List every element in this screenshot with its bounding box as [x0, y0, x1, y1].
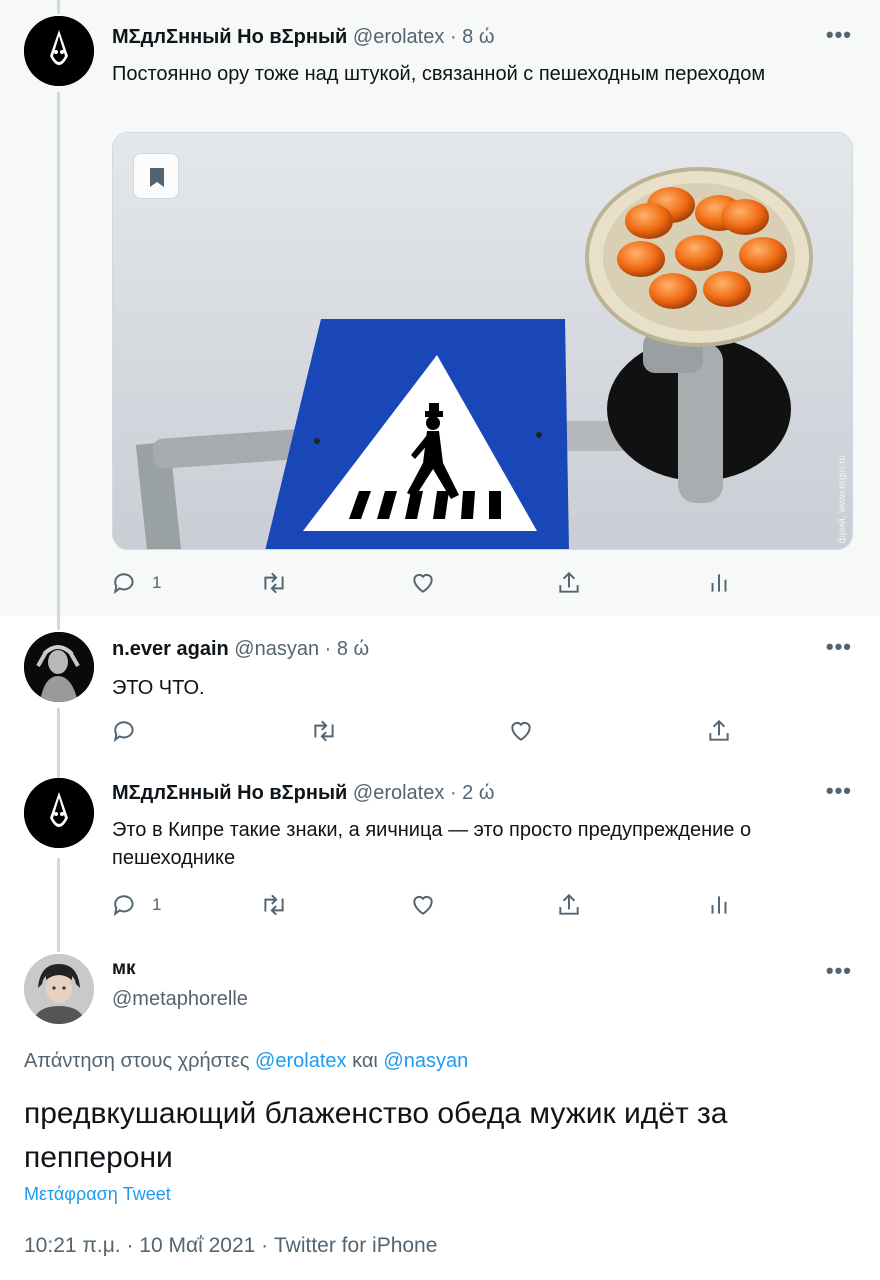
- display-name[interactable]: MΣдлΣнный Нo вΣрный: [112, 782, 347, 804]
- share-button[interactable]: [706, 716, 732, 746]
- avatar[interactable]: [24, 954, 94, 1024]
- watermark: фрий, www.ergin.ru: [837, 454, 848, 543]
- avatar[interactable]: [24, 632, 94, 702]
- reply-count: 1: [152, 895, 162, 914]
- separator: ·: [449, 26, 457, 48]
- like-icon: [511, 721, 531, 741]
- analytics-icon: [711, 896, 727, 914]
- more-icon[interactable]: •••: [826, 634, 852, 660]
- reply-icon: [113, 721, 134, 742]
- bookmark-button[interactable]: [133, 153, 179, 199]
- tweet-text: Это в Кипре такие знаки, а яичница — это…: [112, 819, 752, 869]
- display-name[interactable]: мк: [112, 958, 136, 980]
- reply-button[interactable]: 1: [112, 890, 161, 920]
- reply-icon: [113, 895, 134, 916]
- retweet-icon: [264, 894, 284, 916]
- analytics-button[interactable]: [706, 568, 732, 598]
- tweet-text: предвкушающий блаженство обеда мужик идё…: [24, 1097, 728, 1174]
- more-icon[interactable]: •••: [826, 22, 852, 48]
- thread-line: [57, 938, 60, 952]
- more-icon[interactable]: •••: [826, 778, 852, 804]
- tweet-metadata: 10:21 π.μ. · 10 Μαΐ 2021 · Twitter for i…: [24, 1234, 438, 1257]
- crosswalk-photo: [113, 133, 852, 549]
- share-button[interactable]: [556, 890, 582, 920]
- tweet-header: n.ever again @nasyan · 8 ώ: [112, 638, 369, 661]
- reply-button[interactable]: [112, 716, 152, 746]
- timestamp[interactable]: 8 ώ: [337, 638, 369, 660]
- bookmark-icon: [150, 168, 164, 187]
- tweet-header: MΣдлΣнный Нo вΣрный @erolatex · 8 ώ: [112, 26, 494, 49]
- tweet-text: Постоянно ору тоже над штукой, связанной…: [112, 63, 766, 85]
- analytics-icon: [711, 574, 727, 592]
- user-handle[interactable]: @erolatex: [353, 782, 444, 804]
- share-icon: [709, 719, 729, 741]
- share-icon: [559, 893, 579, 915]
- separator: ·: [324, 638, 332, 660]
- reply-count: 1: [152, 573, 162, 592]
- display-name[interactable]: n.ever again: [112, 638, 229, 660]
- tweet-text: ЭТО ЧТО.: [112, 677, 205, 699]
- mention-link[interactable]: @nasyan: [383, 1050, 468, 1072]
- analytics-button[interactable]: [706, 890, 732, 920]
- main-tweet: мк @metaphorelle ••• Απάντηση στους χρήσ…: [0, 938, 880, 1280]
- mention-link[interactable]: @erolatex: [255, 1050, 346, 1072]
- like-button[interactable]: [508, 716, 534, 746]
- action-bar: 1: [112, 568, 732, 598]
- like-icon: [413, 573, 433, 593]
- avatar[interactable]: [24, 16, 94, 86]
- timestamp[interactable]: 8 ώ: [462, 26, 494, 48]
- user-handle[interactable]: @nasyan: [234, 638, 319, 660]
- like-button[interactable]: [410, 568, 436, 598]
- display-name[interactable]: MΣдлΣнный Нo вΣрный: [112, 26, 347, 48]
- retweet-icon: [264, 572, 284, 594]
- reply-icon: [113, 573, 134, 594]
- avatar[interactable]: [24, 778, 94, 848]
- thread-line: [57, 708, 60, 766]
- tweet-header: MΣдлΣнный Нo вΣрный @erolatex · 2 ώ: [112, 782, 494, 805]
- thread-line: [57, 92, 60, 616]
- reply-prefix: Απάντηση στους χρήστες: [24, 1050, 250, 1072]
- retweet-button[interactable]: [260, 568, 288, 598]
- tweet-2[interactable]: n.ever again @nasyan · 8 ώ ••• ЭТО ЧТО.: [0, 616, 880, 766]
- thread-line: [57, 858, 60, 938]
- translate-link[interactable]: Μετάφραση Tweet: [24, 1184, 171, 1205]
- thread-line: [57, 0, 60, 14]
- separator: ·: [449, 782, 457, 804]
- retweet-button[interactable]: [260, 890, 288, 920]
- reply-context: Απάντηση στους χρήστες @erolatex και @na…: [24, 1050, 468, 1073]
- action-bar: 1: [112, 890, 732, 920]
- like-icon: [413, 895, 433, 915]
- user-handle[interactable]: @erolatex: [353, 26, 444, 48]
- thread-line: [57, 616, 60, 630]
- tweet-media[interactable]: фрий, www.ergin.ru: [112, 132, 853, 550]
- like-button[interactable]: [410, 890, 436, 920]
- user-handle[interactable]: @metaphorelle: [112, 988, 248, 1011]
- action-bar: [112, 716, 732, 746]
- more-icon[interactable]: •••: [826, 958, 852, 984]
- reply-button[interactable]: 1: [112, 568, 161, 598]
- reply-conjunction: και: [352, 1050, 378, 1072]
- tweet-1[interactable]: MΣдлΣнный Нo вΣрный @erolatex · 8 ώ ••• …: [0, 0, 880, 616]
- share-button[interactable]: [556, 568, 582, 598]
- share-icon: [559, 571, 579, 593]
- timestamp[interactable]: 2 ώ: [462, 782, 494, 804]
- retweet-button[interactable]: [310, 716, 338, 746]
- retweet-icon: [314, 720, 334, 742]
- tweet-3[interactable]: MΣдлΣнный Нo вΣрный @erolatex · 2 ώ ••• …: [0, 766, 880, 938]
